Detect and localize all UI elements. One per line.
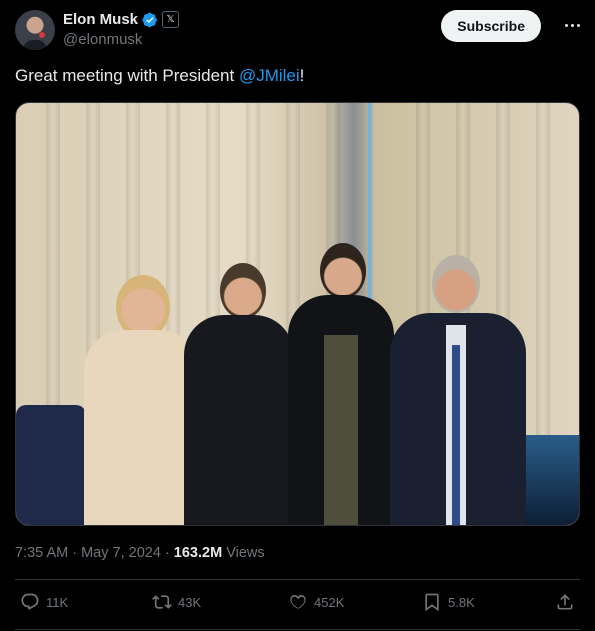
subscribe-button[interactable]: Subscribe xyxy=(441,10,541,42)
divider xyxy=(15,629,580,630)
bookmark-count: 5.8K xyxy=(448,594,475,610)
verified-badge-icon[interactable] xyxy=(142,12,158,28)
like-icon xyxy=(290,594,306,609)
reply-button[interactable]: 11K xyxy=(20,592,68,612)
tweet-date[interactable]: May 7, 2024 xyxy=(81,545,161,561)
action-bar: 11K 43K 452K 5.8K xyxy=(15,592,580,618)
tweet-text: Great meeting with President @JMilei! xyxy=(15,66,304,86)
views-label: Views xyxy=(222,545,265,561)
tweet-photo[interactable] xyxy=(15,102,580,526)
meta-separator: · xyxy=(160,545,174,561)
reply-count: 11K xyxy=(46,594,69,610)
avatar[interactable] xyxy=(15,10,55,50)
share-icon xyxy=(557,594,573,610)
bookmark-button[interactable]: 5.8K xyxy=(422,592,475,612)
author-name[interactable]: Elon Musk xyxy=(63,11,138,28)
tweet-text-prefix: Great meeting with President xyxy=(15,66,239,85)
tweet-header: Elon Musk 𝕏 @elonmusk Subscribe xyxy=(15,9,583,51)
tweet-text-suffix: ! xyxy=(299,66,305,85)
author-handle[interactable]: @elonmusk xyxy=(63,31,142,48)
like-count: 452K xyxy=(314,594,345,610)
reply-icon xyxy=(21,593,39,611)
share-button[interactable] xyxy=(555,592,575,612)
meta-separator: · xyxy=(68,545,82,561)
tweet-meta: 7:35 AM · May 7, 2024 · 163.2M Views xyxy=(15,545,265,561)
views-count: 163.2M xyxy=(173,545,223,561)
divider xyxy=(15,579,580,580)
bookmark-icon xyxy=(425,593,439,612)
like-button[interactable]: 452K xyxy=(288,592,344,612)
x-affiliate-icon[interactable]: 𝕏 xyxy=(162,11,180,28)
mention-link[interactable]: @JMilei xyxy=(239,66,300,85)
tweet-time[interactable]: 7:35 AM xyxy=(15,545,68,561)
more-icon[interactable] xyxy=(563,17,583,33)
author-name-line: Elon Musk 𝕏 xyxy=(63,11,180,28)
repost-button[interactable]: 43K xyxy=(152,592,201,612)
repost-icon xyxy=(152,595,172,609)
repost-count: 43K xyxy=(178,594,202,610)
